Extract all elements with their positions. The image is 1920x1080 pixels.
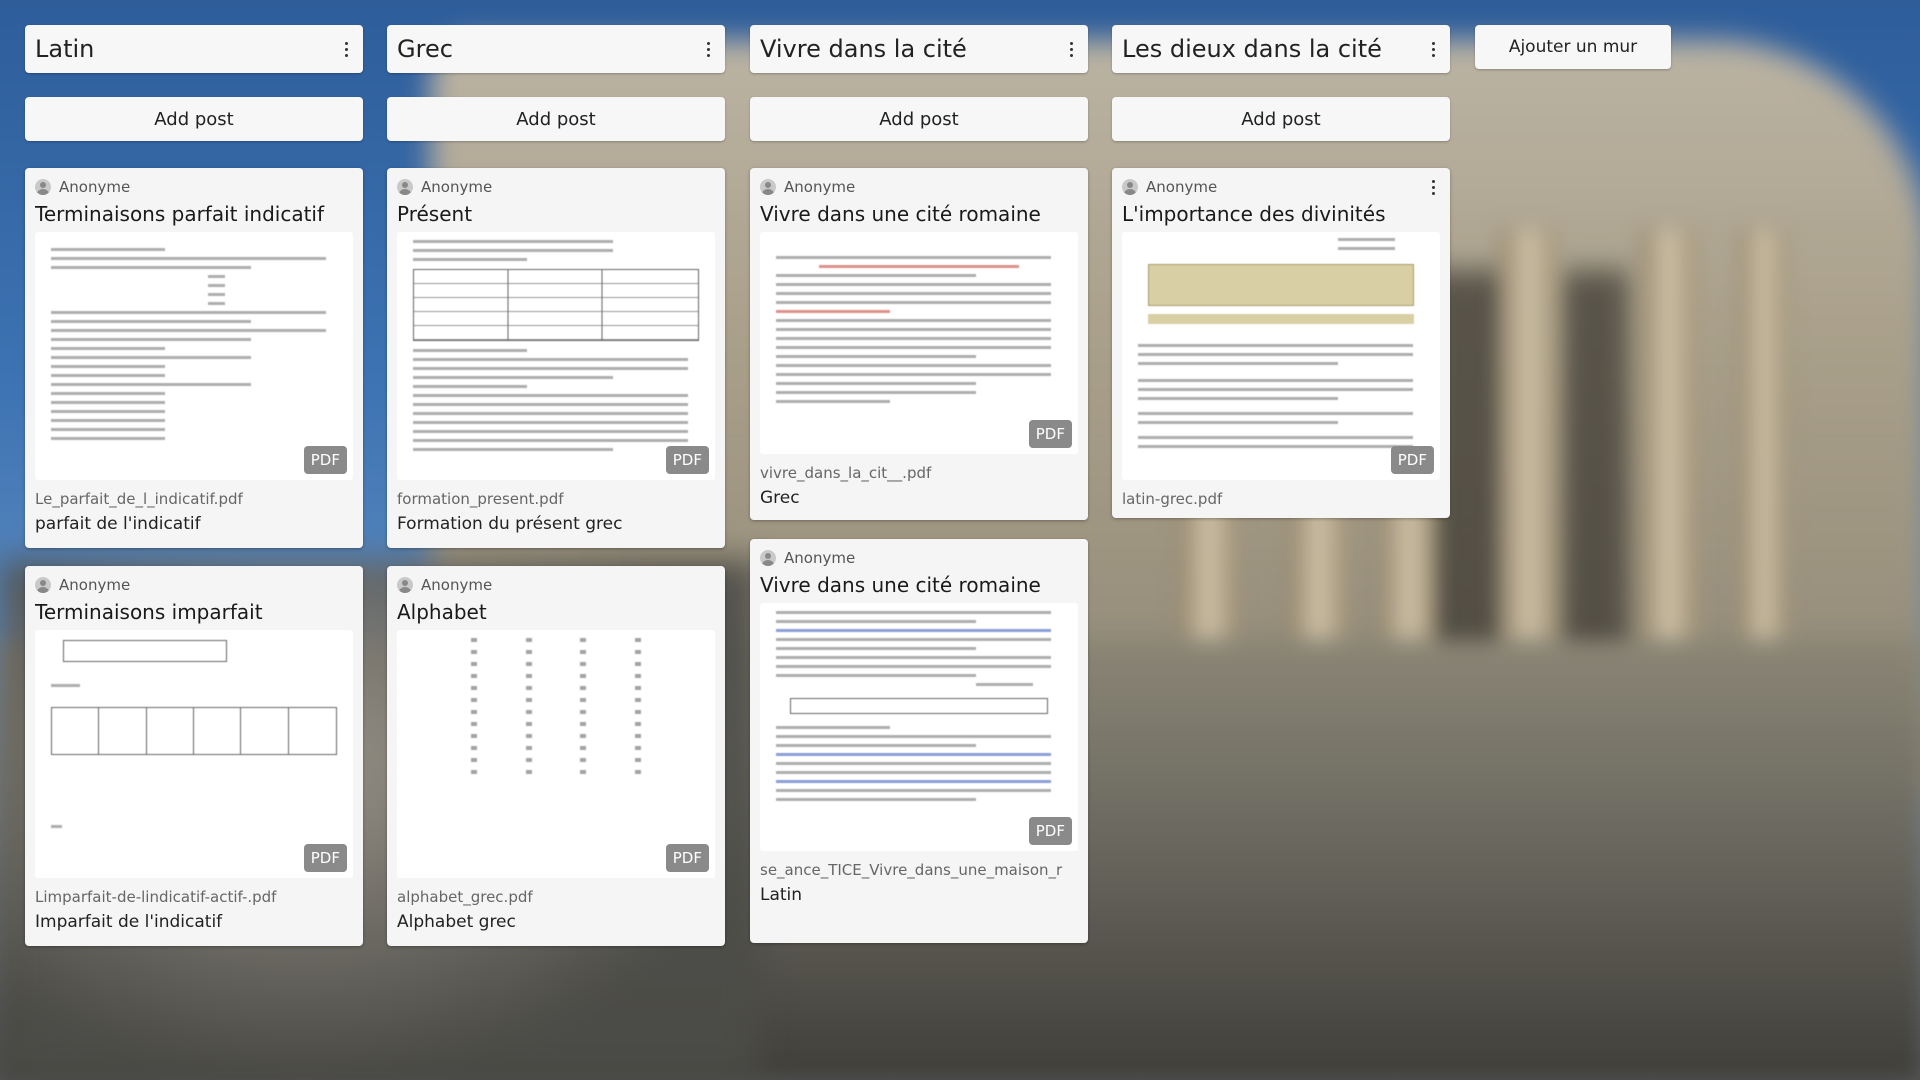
column-vivre-dans-la-cite: Vivre dans la cité Add post Anonyme Vivr… [750,25,1088,943]
post-card[interactable]: Anonyme Terminaisons parfait indicatif P… [25,168,363,548]
pdf-badge: PDF [1028,817,1072,845]
add-post-button[interactable]: Add post [25,97,363,141]
post-card[interactable]: Anonyme Alphabet PDF alphabet_grec.pdf A… [387,566,725,946]
attachment-filename[interactable]: latin-grec.pdf [1122,490,1440,508]
column-header: Vivre dans la cité [750,25,1088,73]
user-avatar-icon [35,179,51,195]
post-title: Alphabet [397,600,487,624]
attachment-filename[interactable]: alphabet_grec.pdf [397,888,715,906]
pdf-preview[interactable]: PDF [760,603,1078,851]
post-card[interactable]: Anonyme Présent PDF formation_present.pd… [387,168,725,548]
kebab-icon[interactable] [339,37,353,61]
pdf-preview[interactable]: PDF [760,232,1078,454]
column-les-dieux-dans-la-cite: Les dieux dans la cité Add post Anonyme … [1112,25,1450,518]
pdf-badge: PDF [303,446,347,474]
column-latin: Latin Add post Anonyme Terminaisons parf… [25,25,363,946]
author-name: Anonyme [784,549,856,567]
pdf-preview[interactable]: PDF [1122,232,1440,480]
pdf-preview[interactable]: PDF [35,630,353,878]
column-header: Grec [387,25,725,73]
post-title: L'importance des divinités [1122,202,1386,226]
post-card[interactable]: Anonyme Terminaisons imparfait PDF Limpa… [25,566,363,946]
author-name: Anonyme [784,178,856,196]
pdf-badge: PDF [303,844,347,872]
column-header: Les dieux dans la cité [1112,25,1450,73]
pdf-preview[interactable]: PDF [35,232,353,480]
kebab-icon[interactable] [1426,175,1440,199]
post-description: Imparfait de l'indicatif [35,912,223,932]
column-title: Grec [397,35,453,63]
post-card[interactable]: Anonyme Vivre dans une cité romaine PDF … [750,539,1088,943]
pdf-badge: PDF [665,446,709,474]
user-avatar-icon [397,577,413,593]
author-name: Anonyme [59,576,131,594]
author-name: Anonyme [421,178,493,196]
user-avatar-icon [1122,179,1138,195]
post-description: parfait de l'indicatif [35,514,201,534]
pdf-badge: PDF [1390,446,1434,474]
author-name: Anonyme [59,178,131,196]
user-avatar-icon [35,577,51,593]
post-description: Grec [760,488,800,508]
pdf-badge: PDF [665,844,709,872]
author-name: Anonyme [1146,178,1218,196]
post-title: Présent [397,202,473,226]
post-title: Vivre dans une cité romaine [760,202,1041,226]
user-avatar-icon [760,550,776,566]
post-title: Terminaisons parfait indicatif [35,202,325,226]
kebab-icon[interactable] [701,37,715,61]
attachment-filename[interactable]: se_ance_TICE_Vivre_dans_une_maison_r [760,861,1078,879]
post-description: Latin [760,885,803,905]
add-post-button[interactable]: Add post [387,97,725,141]
pdf-badge: PDF [1028,420,1072,448]
post-title: Vivre dans une cité romaine [760,573,1041,597]
add-post-button[interactable]: Add post [1112,97,1450,141]
pdf-preview[interactable]: PDF [397,630,715,878]
user-avatar-icon [397,179,413,195]
attachment-filename[interactable]: Limparfait-de-lindicatif-actif-.pdf [35,888,353,906]
column-header: Latin [25,25,363,73]
post-card[interactable]: Anonyme L'importance des divinités PDF l… [1112,168,1450,518]
add-post-button[interactable]: Add post [750,97,1088,141]
pdf-preview[interactable]: PDF [397,232,715,480]
column-title: Vivre dans la cité [760,35,967,63]
user-avatar-icon [760,179,776,195]
column-grec: Grec Add post Anonyme Présent PDF format [387,25,725,946]
attachment-filename[interactable]: formation_present.pdf [397,490,715,508]
column-title: Latin [35,35,95,63]
attachment-filename[interactable]: vivre_dans_la_cit__.pdf [760,464,1078,482]
kebab-icon[interactable] [1426,37,1440,61]
attachment-filename[interactable]: Le_parfait_de_l_indicatif.pdf [35,490,353,508]
kebab-icon[interactable] [1064,37,1078,61]
post-card[interactable]: Anonyme Vivre dans une cité romaine PDF … [750,168,1088,520]
post-description: Formation du présent grec [397,514,623,534]
post-description: Alphabet grec [397,912,516,932]
post-title: Terminaisons imparfait [35,600,263,624]
column-title: Les dieux dans la cité [1122,35,1382,63]
author-name: Anonyme [421,576,493,594]
add-wall-button[interactable]: Ajouter un mur [1475,25,1671,69]
